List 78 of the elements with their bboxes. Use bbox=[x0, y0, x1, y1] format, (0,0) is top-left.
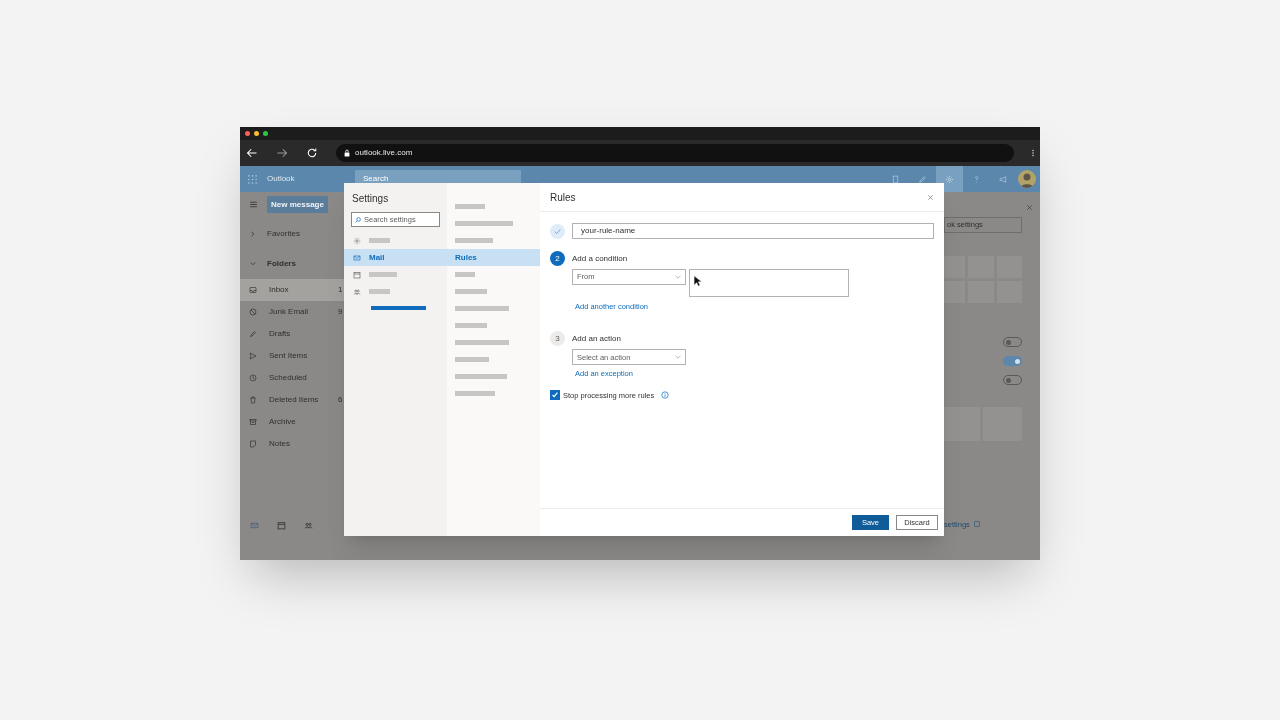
archive-icon bbox=[249, 418, 257, 426]
chevron-down-icon bbox=[250, 261, 256, 267]
settings-button[interactable] bbox=[936, 166, 963, 192]
placeholder-bar bbox=[455, 374, 507, 379]
folder-item[interactable]: Sent Items bbox=[240, 345, 344, 367]
compose-icon[interactable] bbox=[918, 174, 927, 184]
placeholder-bar bbox=[455, 289, 487, 294]
placeholder-bar bbox=[455, 204, 485, 209]
step-title: Add an action bbox=[572, 332, 621, 345]
folder-group-header[interactable]: Folders bbox=[240, 253, 344, 275]
external-link-icon[interactable] bbox=[973, 521, 980, 528]
mail-icon[interactable] bbox=[250, 521, 259, 530]
placeholder-bar bbox=[455, 221, 513, 226]
avatar[interactable] bbox=[1018, 170, 1036, 188]
placeholder-bar bbox=[455, 323, 487, 328]
search-icon bbox=[355, 216, 361, 223]
step-title: Add a condition bbox=[572, 252, 628, 265]
folder-group-header[interactable]: Favorites bbox=[240, 223, 344, 245]
chevron-down-icon bbox=[675, 355, 681, 360]
trash-icon bbox=[249, 396, 257, 404]
chevron-down-icon bbox=[675, 275, 681, 279]
new-message-button[interactable]: New message bbox=[267, 196, 328, 213]
view-settings-bar bbox=[371, 306, 426, 310]
send-icon bbox=[249, 352, 257, 360]
folder-item[interactable]: Scheduled bbox=[240, 367, 344, 389]
reload-icon[interactable] bbox=[306, 147, 318, 159]
megaphone-icon[interactable] bbox=[999, 174, 1008, 184]
blocked-icon bbox=[249, 308, 257, 316]
settings-subcategory[interactable]: Rules bbox=[447, 249, 540, 266]
gear-icon bbox=[353, 236, 361, 245]
condition-value-field[interactable] bbox=[689, 269, 849, 297]
placeholder-bar bbox=[369, 289, 390, 294]
close-icon[interactable] bbox=[1026, 204, 1033, 211]
mouse-cursor-icon bbox=[693, 275, 702, 287]
settings-icon bbox=[945, 174, 954, 184]
app-name: Outlook bbox=[267, 173, 296, 185]
folder-item[interactable]: Drafts bbox=[240, 323, 344, 345]
placeholder-bar bbox=[369, 238, 390, 243]
placeholder-bar bbox=[455, 391, 495, 396]
placeholder-bar bbox=[455, 357, 489, 362]
folder-item[interactable]: Inbox 1 bbox=[240, 279, 344, 301]
folder-item[interactable]: Notes bbox=[240, 433, 344, 455]
app-launcher-icon[interactable] bbox=[248, 174, 257, 184]
placeholder-bar bbox=[369, 272, 397, 277]
checkbox[interactable] bbox=[550, 390, 560, 401]
rules-title: Rules bbox=[550, 190, 576, 205]
step-number: 2 bbox=[550, 251, 565, 266]
toggle-switch[interactable] bbox=[1003, 356, 1022, 366]
settings-category[interactable]: Mail bbox=[344, 249, 447, 266]
chevron-right-icon bbox=[250, 231, 256, 237]
url-text: outlook.live.com bbox=[355, 147, 413, 159]
settings-title: Settings bbox=[351, 192, 390, 206]
folder-item[interactable]: Deleted Items 6 bbox=[240, 389, 344, 411]
people-icon bbox=[353, 287, 361, 296]
calendar-icon[interactable] bbox=[277, 521, 286, 530]
rule-name-field[interactable]: your-rule-name bbox=[572, 223, 934, 239]
step-number: 3 bbox=[550, 331, 565, 347]
placeholder-bar bbox=[455, 306, 509, 311]
calendar-icon bbox=[353, 270, 361, 279]
mail-icon bbox=[353, 253, 361, 262]
clock-icon bbox=[249, 374, 257, 382]
placeholder-bar bbox=[455, 238, 493, 243]
pencil-icon bbox=[249, 330, 257, 338]
forward-arrow-icon[interactable] bbox=[276, 147, 288, 159]
lock-icon bbox=[344, 149, 350, 157]
folder-item[interactable]: Junk Email 9 bbox=[240, 301, 344, 323]
back-arrow-icon[interactable] bbox=[246, 147, 258, 159]
info-icon[interactable] bbox=[661, 391, 670, 400]
people-icon[interactable] bbox=[304, 521, 313, 530]
menu-icon[interactable] bbox=[249, 200, 258, 209]
placeholder-bar bbox=[455, 340, 509, 345]
placeholder-bar bbox=[455, 272, 475, 277]
folder-item[interactable]: Archive bbox=[240, 411, 344, 433]
close-icon[interactable] bbox=[927, 193, 934, 201]
note-icon bbox=[249, 440, 257, 448]
address-bar[interactable]: outlook.live.com bbox=[336, 144, 1014, 162]
document-icon[interactable] bbox=[891, 174, 900, 184]
inbox-icon bbox=[249, 286, 257, 294]
